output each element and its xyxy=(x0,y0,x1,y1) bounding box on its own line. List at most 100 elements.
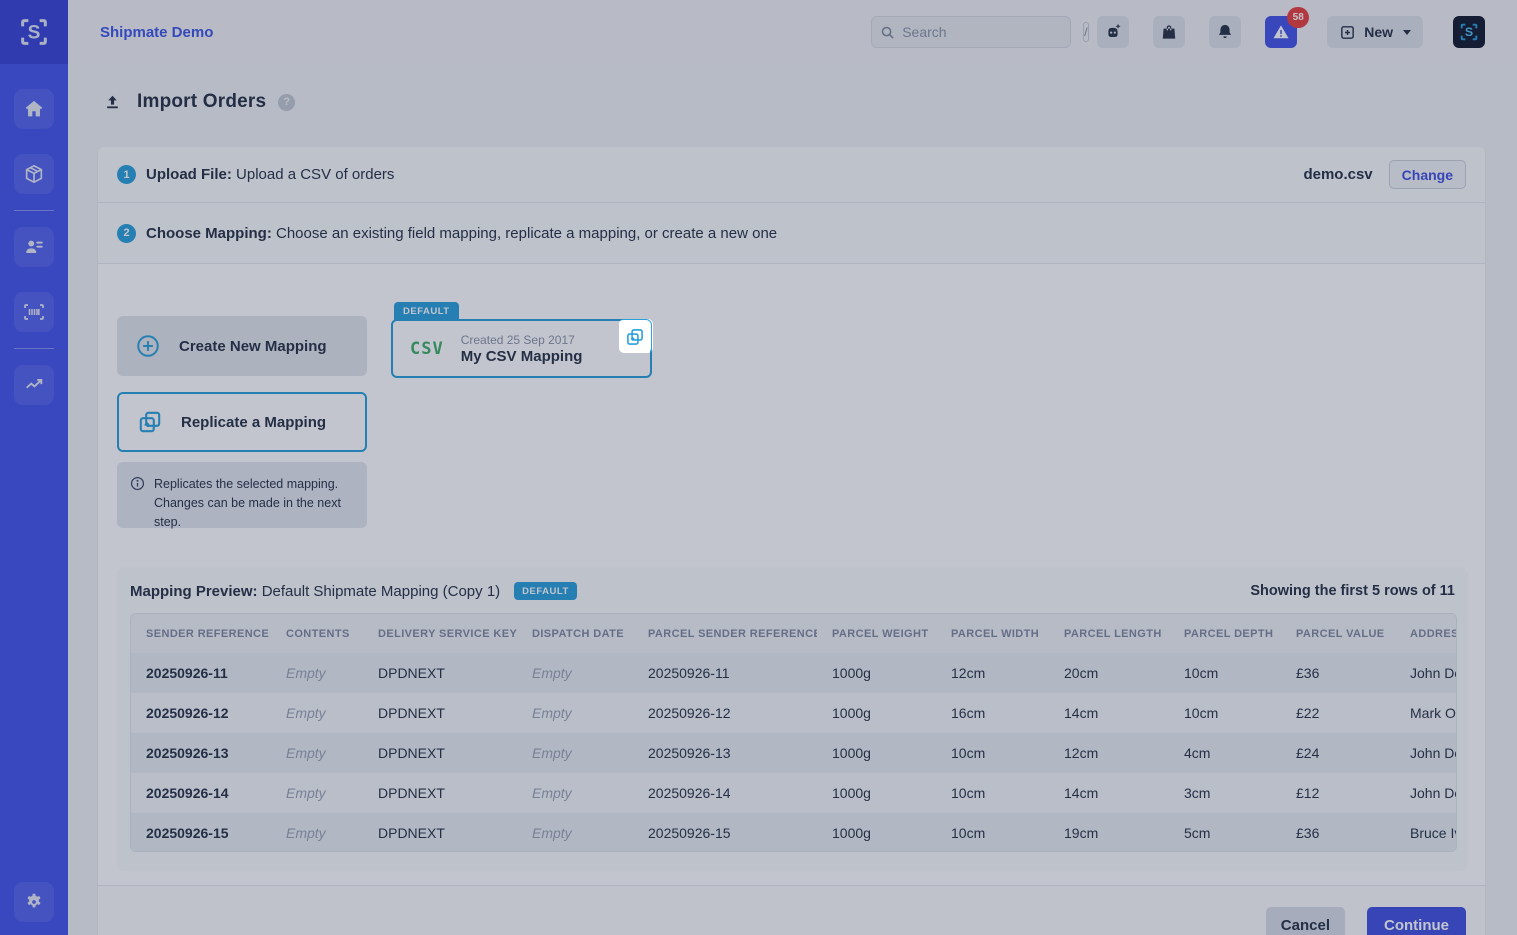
step-description: Choose an existing field mapping, replic… xyxy=(276,225,777,242)
notifications-button[interactable] xyxy=(1209,16,1241,48)
continue-button[interactable]: Continue xyxy=(1367,907,1466,935)
uploaded-file-name: demo.csv xyxy=(1303,166,1372,183)
table-cell: Empty xyxy=(517,733,633,773)
mapping-card[interactable]: DEFAULT CSV Created 25 Sep 2017 My CSV M… xyxy=(391,319,652,378)
page-title-row: Import Orders ? xyxy=(68,64,1517,113)
search-input[interactable] xyxy=(902,24,1083,40)
table-cell: Empty xyxy=(271,653,363,693)
table-cell: 12cm xyxy=(936,653,1049,693)
sidebar-item-contacts[interactable] xyxy=(14,227,54,267)
step-label: Choose Mapping: xyxy=(146,225,272,242)
column-header: CONTENTS xyxy=(271,614,363,653)
column-header: PARCEL DEPTH xyxy=(1169,614,1281,653)
change-file-button[interactable]: Change xyxy=(1389,160,1466,189)
table-cell: Empty xyxy=(271,733,363,773)
table-cell: 12cm xyxy=(1049,733,1169,773)
choose-mapping-panel: Create New Mapping Replicate a Mapping R… xyxy=(98,264,1485,935)
table-cell: Empty xyxy=(517,653,633,693)
table-cell: 20250926-12 xyxy=(633,693,817,733)
replicate-mapping-button[interactable]: Replicate a Mapping xyxy=(117,392,367,452)
replicate-icon xyxy=(625,327,645,347)
svg-text:S: S xyxy=(28,23,41,44)
mapping-created-date: Created 25 Sep 2017 xyxy=(461,333,583,347)
table-cell: 10cm xyxy=(936,773,1049,813)
page-title: Import Orders xyxy=(137,91,266,113)
account-avatar[interactable]: S xyxy=(1453,16,1485,48)
table-row: 20250926-14EmptyDPDNEXTEmpty20250926-141… xyxy=(131,773,1457,813)
new-button[interactable]: New xyxy=(1327,16,1423,48)
table-cell: John Do xyxy=(1395,733,1457,773)
contact-list-icon xyxy=(23,236,45,258)
table-cell: DPDNEXT xyxy=(363,733,517,773)
ai-assistant-button[interactable] xyxy=(1097,16,1129,48)
sidebar-divider xyxy=(14,210,54,211)
table-cell: 5cm xyxy=(1169,813,1281,852)
package-icon xyxy=(23,163,45,185)
table-cell: 20cm xyxy=(1049,653,1169,693)
plus-square-icon xyxy=(1339,24,1356,41)
default-badge: DEFAULT xyxy=(514,582,577,600)
table-cell: Empty xyxy=(517,813,633,852)
replicate-mapping-card-icon[interactable] xyxy=(618,320,651,353)
column-header: SENDER REFERENCE xyxy=(131,614,271,653)
table-cell: 20250926-15 xyxy=(633,813,817,852)
default-mapping-tab-badge: DEFAULT xyxy=(394,302,459,321)
warning-triangle-icon xyxy=(1271,22,1291,42)
table-cell: John Do xyxy=(1395,773,1457,813)
sidebar-item-shipments[interactable] xyxy=(14,154,54,194)
replicate-info-box: Replicates the selected mapping. Changes… xyxy=(117,462,367,528)
store-button[interactable] xyxy=(1153,16,1185,48)
search-shortcut-key: / xyxy=(1083,22,1088,42)
cancel-button[interactable]: Cancel xyxy=(1266,907,1345,935)
sidebar-item-scan[interactable] xyxy=(14,292,54,332)
table-cell: 19cm xyxy=(1049,813,1169,852)
table-cell: Empty xyxy=(271,813,363,852)
app-title[interactable]: Shipmate Demo xyxy=(100,24,213,41)
help-icon[interactable]: ? xyxy=(278,94,295,111)
mapping-preview-header: Mapping Preview: Default Shipmate Mappin… xyxy=(117,567,1468,600)
table-cell: 14cm xyxy=(1049,693,1169,733)
column-header: PARCEL SENDER REFERENCE xyxy=(633,614,817,653)
barcode-scan-icon xyxy=(22,300,46,324)
table-cell: 20250926-12 xyxy=(131,693,271,733)
create-new-mapping-label: Create New Mapping xyxy=(179,338,327,355)
avatar-logo-icon: S xyxy=(1458,21,1480,43)
table-cell: DPDNEXT xyxy=(363,813,517,852)
table-cell: 10cm xyxy=(936,813,1049,852)
preview-table: SENDER REFERENCECONTENTSDELIVERY SERVICE… xyxy=(131,614,1457,852)
step-number-badge: 1 xyxy=(117,165,136,184)
csv-file-type-icon: CSV xyxy=(410,339,444,359)
table-cell: 20250926-13 xyxy=(131,733,271,773)
step-label: Upload File: xyxy=(146,166,232,183)
table-cell: 20250926-14 xyxy=(633,773,817,813)
table-cell: John Do xyxy=(1395,653,1457,693)
table-cell: Mark Ov xyxy=(1395,693,1457,733)
column-header: PARCEL LENGTH xyxy=(1049,614,1169,653)
sidebar-item-analytics[interactable] xyxy=(14,365,54,405)
table-row: 20250926-15EmptyDPDNEXTEmpty20250926-151… xyxy=(131,813,1457,852)
mapping-preview-card: Mapping Preview: Default Shipmate Mappin… xyxy=(117,567,1468,871)
robot-sparkle-icon xyxy=(1102,21,1124,43)
step-text: Choose Mapping: Choose an existing field… xyxy=(146,225,777,242)
search-icon xyxy=(880,25,895,40)
shopping-bag-icon xyxy=(1159,22,1179,42)
sidebar-nav xyxy=(0,64,68,405)
table-cell: 20250926-13 xyxy=(633,733,817,773)
column-header: PARCEL VALUE xyxy=(1281,614,1395,653)
sidebar-item-home[interactable] xyxy=(14,89,54,129)
step-text: Upload File: Upload a CSV of orders xyxy=(146,166,394,183)
step-upload-file: 1 Upload File: Upload a CSV of orders de… xyxy=(98,147,1485,203)
search-box[interactable]: / xyxy=(871,16,1071,48)
table-header-row: SENDER REFERENCECONTENTSDELIVERY SERVICE… xyxy=(131,614,1457,653)
shipmate-logo[interactable]: S xyxy=(0,0,68,64)
table-cell: £24 xyxy=(1281,733,1395,773)
mapping-name: My CSV Mapping xyxy=(461,348,583,365)
create-new-mapping-button[interactable]: Create New Mapping xyxy=(117,316,367,376)
table-row: 20250926-11EmptyDPDNEXTEmpty20250926-111… xyxy=(131,653,1457,693)
rows-info: Showing the first 5 rows of 11 xyxy=(1250,583,1455,599)
table-cell: Empty xyxy=(517,693,633,733)
table-cell: Empty xyxy=(517,773,633,813)
table-row: 20250926-12EmptyDPDNEXTEmpty20250926-121… xyxy=(131,693,1457,733)
sidebar-item-settings[interactable] xyxy=(14,882,54,922)
alerts-button[interactable]: 58 xyxy=(1265,16,1297,48)
